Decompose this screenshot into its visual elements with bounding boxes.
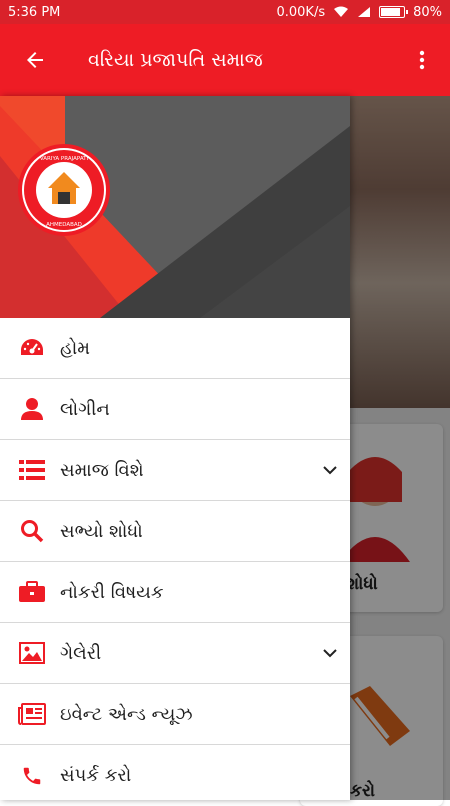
menu-item-contact[interactable]: સંપર્ક કરો bbox=[0, 745, 350, 800]
menu-item-label: સમાજ વિશે bbox=[60, 459, 144, 481]
image-icon bbox=[18, 639, 46, 667]
navigation-drawer: VARIYA PRAJAPATI AHMEDABAD હોમ લોગીન સમા… bbox=[0, 96, 350, 800]
menu-item-label: લોગીન bbox=[60, 398, 110, 420]
menu-item-label: નોકરી વિષયક bbox=[60, 581, 164, 603]
list-icon bbox=[18, 456, 46, 484]
app-bar: વરિયા પ્રજાપતિ સમાજ bbox=[0, 24, 450, 96]
menu-item-label: ઇવેન્ટ એન્ડ ન્યૂઝ bbox=[60, 703, 193, 725]
chevron-down-icon[interactable] bbox=[310, 648, 350, 658]
menu-item-login[interactable]: લોગીન bbox=[0, 379, 350, 440]
menu-item-events-news[interactable]: ઇવેન્ટ એન્ડ ન્યૂઝ bbox=[0, 684, 350, 745]
chevron-down-icon[interactable] bbox=[310, 465, 350, 475]
more-options-button[interactable] bbox=[394, 24, 450, 96]
menu-item-label: હોમ bbox=[60, 337, 91, 359]
signal-icon bbox=[358, 7, 371, 17]
logo-ring-text: VARIYA PRAJAPATI AHMEDABAD bbox=[24, 150, 104, 230]
drawer-menu: હોમ લોગીન સમાજ વિશે સભ્યો શોધો નોકરી વિષ… bbox=[0, 318, 350, 800]
battery-icon bbox=[379, 6, 409, 18]
logo-lettering: VARIYA PRAJAPATI bbox=[40, 156, 89, 162]
back-button[interactable] bbox=[0, 24, 70, 96]
menu-item-find-members[interactable]: સભ્યો શોધો bbox=[0, 501, 350, 562]
menu-item-label: સભ્યો શોધો bbox=[60, 520, 143, 542]
more-vert-icon bbox=[419, 50, 425, 70]
search-icon bbox=[18, 517, 46, 545]
battery-percent: 80% bbox=[413, 4, 442, 20]
newspaper-icon bbox=[18, 700, 46, 728]
wifi-icon bbox=[334, 6, 349, 17]
arrow-left-icon bbox=[27, 52, 43, 68]
menu-item-about-samaj[interactable]: સમાજ વિશે bbox=[0, 440, 350, 501]
menu-item-jobs[interactable]: નોકરી વિષયક bbox=[0, 562, 350, 623]
menu-item-gallery[interactable]: ગેલેરી bbox=[0, 623, 350, 684]
app-title: વરિયા પ્રજાપતિ સમાજ bbox=[88, 49, 263, 71]
trust-logo: VARIYA PRAJAPATI AHMEDABAD bbox=[18, 144, 110, 236]
menu-item-label: ગેલેરી bbox=[60, 642, 102, 664]
menu-item-home[interactable]: હોમ bbox=[0, 318, 350, 379]
dashboard-icon bbox=[18, 334, 46, 362]
drawer-header: VARIYA PRAJAPATI AHMEDABAD bbox=[0, 96, 350, 318]
menu-item-label: સંપર્ક કરો bbox=[60, 765, 132, 786]
status-time: 5:36 PM bbox=[8, 4, 61, 20]
logo-lettering-bottom: AHMEDABAD bbox=[46, 222, 82, 228]
person-icon bbox=[18, 395, 46, 423]
phone-icon bbox=[18, 762, 46, 790]
briefcase-icon bbox=[18, 578, 46, 606]
status-bar: 5:36 PM 0.00K/s 80% bbox=[0, 0, 450, 24]
network-speed: 0.00K/s bbox=[276, 4, 326, 20]
